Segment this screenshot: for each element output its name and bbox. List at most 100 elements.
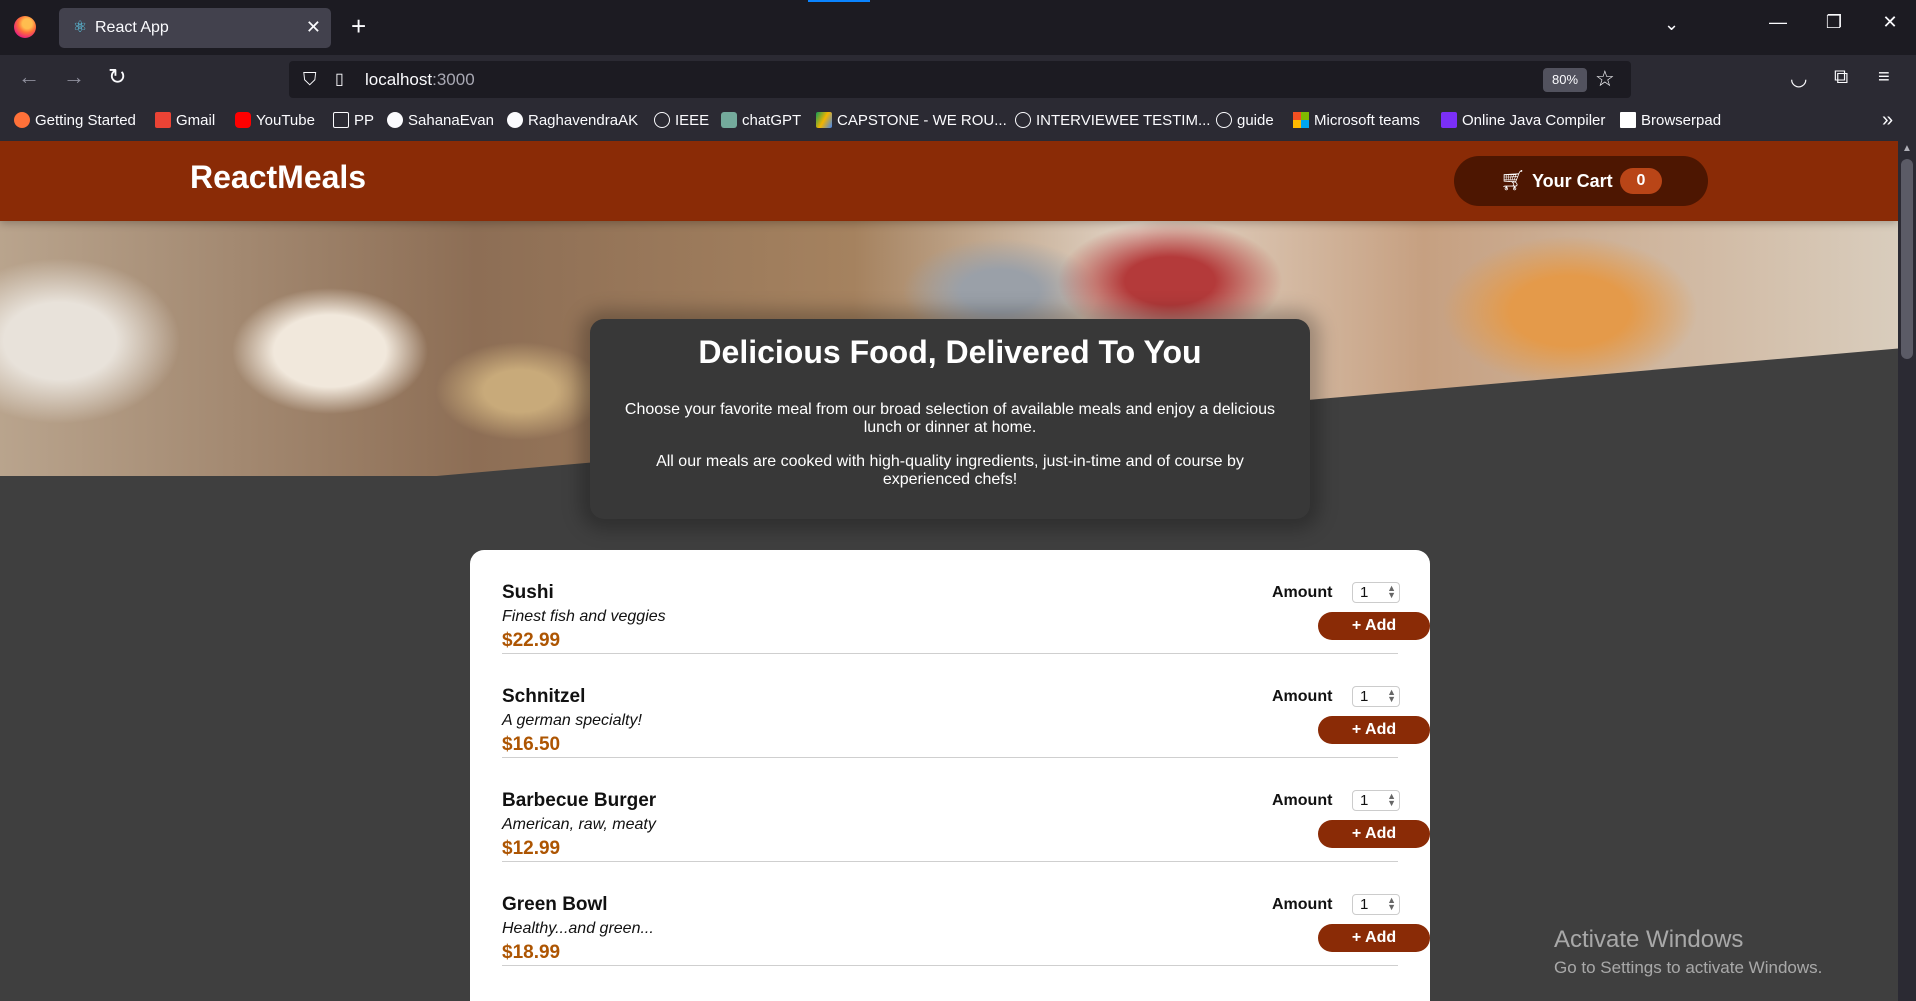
meal-item: Schnitzel A german specialty! $16.50 Amo… [502, 654, 1430, 758]
cart-button[interactable]: 🛒︎ Your Cart 0 [1454, 156, 1708, 206]
bookmark-star-icon[interactable]: ☆ [1595, 66, 1615, 92]
bookmark-item[interactable]: Microsoft teams [1293, 112, 1420, 129]
firefox-icon [14, 112, 30, 128]
add-button[interactable]: + Add [1318, 820, 1430, 848]
close-window-button[interactable]: ✕ [1870, 12, 1910, 33]
amount-value: 1 [1360, 896, 1369, 913]
tab-indicator [808, 0, 870, 2]
tab-react-app[interactable]: ⚛ React App ✕ [59, 8, 331, 48]
github-icon [387, 112, 403, 128]
spinner-icon[interactable]: ▲ ▼ [1387, 792, 1396, 808]
bookmark-item[interactable]: guide [1216, 112, 1274, 129]
chevron-double-right-icon[interactable]: » [1882, 109, 1893, 132]
meal-name: Barbecue Burger [502, 790, 657, 811]
cart-count-badge: 0 [1620, 168, 1662, 194]
bookmark-label: chatGPT [742, 112, 802, 129]
reload-button[interactable]: ↻ [108, 65, 126, 89]
url-text[interactable]: localhost:3000 [365, 70, 475, 90]
amount-input[interactable]: 1 ▲ ▼ [1352, 686, 1400, 707]
meal-item: Green Bowl Healthy...and green... $18.99… [502, 862, 1430, 966]
minimize-button[interactable]: — [1758, 12, 1798, 33]
cart-label: Your Cart [1532, 171, 1613, 191]
forward-button[interactable]: → [63, 65, 85, 89]
close-icon[interactable]: ✕ [306, 16, 321, 38]
bookmark-item[interactable]: PP [333, 112, 374, 129]
amount-value: 1 [1360, 584, 1369, 601]
bookmark-item[interactable]: Browserpad [1620, 112, 1721, 129]
bookmark-item[interactable]: chatGPT [721, 112, 801, 129]
bookmark-item[interactable]: Gmail [155, 112, 215, 129]
amount-value: 1 [1360, 688, 1369, 705]
meal-description: Healthy...and green... [502, 920, 654, 937]
amount-label: Amount [1272, 896, 1333, 913]
spinner-icon[interactable]: ▲ ▼ [1387, 896, 1396, 912]
bookmark-item[interactable]: IEEE [654, 112, 709, 129]
new-tab-button[interactable]: + [351, 11, 366, 41]
chevron-down-icon[interactable]: ⌄ [1664, 14, 1679, 35]
spinner-icon[interactable]: ▲ ▼ [1387, 584, 1396, 600]
bookmark-label: PP [354, 112, 375, 129]
amount-input[interactable]: 1 ▲ ▼ [1352, 582, 1400, 603]
globe-icon [1015, 112, 1031, 128]
watermark-subtitle: Go to Settings to activate Windows. [1554, 958, 1823, 977]
pocket-icon[interactable]: ◡ [1790, 66, 1807, 91]
bookmark-label: Microsoft teams [1314, 112, 1420, 129]
bookmark-item[interactable]: RaghavendraAK [507, 112, 638, 129]
microsoft-icon [1293, 112, 1309, 128]
browser-nav-bar: ← → ↻ ⛉ ▯ localhost:3000 80% ☆ ◡ ⧉ ≡ [0, 55, 1916, 101]
bookmark-item[interactable]: YouTube [235, 112, 315, 129]
url-bar[interactable]: ⛉ ▯ localhost:3000 80% ☆ [289, 61, 1631, 98]
back-button[interactable]: ← [18, 65, 40, 89]
bookmark-item[interactable]: SahanaEvan [387, 112, 494, 129]
spinner-icon[interactable]: ▲ ▼ [1387, 688, 1396, 704]
bookmark-label: Gmail [176, 112, 216, 129]
page-viewport: ReactMeals 🛒︎ Your Cart 0 Delicious Food… [0, 141, 1898, 1001]
scroll-up-icon[interactable]: ▲ [1902, 143, 1912, 154]
bookmark-item[interactable]: INTERVIEWEE TESTIM... [1015, 112, 1210, 129]
amount-label: Amount [1272, 688, 1333, 705]
bookmark-label: Online Java Compiler [1462, 112, 1606, 129]
bookmark-item[interactable]: Online Java Compiler [1441, 112, 1605, 129]
bookmark-item[interactable]: CAPSTONE - WE ROU... [816, 112, 1007, 129]
java-compiler-icon [1441, 112, 1457, 128]
youtube-icon [235, 112, 251, 128]
zoom-level[interactable]: 80% [1543, 68, 1587, 92]
bookmarks-bar: Getting Started Gmail YouTube PP SahanaE… [0, 101, 1916, 141]
globe-icon [1216, 112, 1232, 128]
meals-list: Sushi Finest fish and veggies $22.99 Amo… [470, 550, 1430, 1001]
browser-tab-bar: ⚛ React App ✕ + ⌄ — ❐ ✕ [0, 0, 1916, 55]
firefox-icon[interactable] [14, 16, 36, 38]
google-drive-icon [816, 112, 832, 128]
page-icon: ▯ [335, 71, 344, 88]
meal-item: Sushi Finest fish and veggies $22.99 Amo… [502, 550, 1430, 654]
menu-icon[interactable]: ≡ [1878, 66, 1890, 89]
bookmark-label: Getting Started [35, 112, 136, 129]
bookmark-label: Browserpad [1641, 112, 1722, 129]
bookmark-item[interactable]: Getting Started [14, 112, 136, 129]
meal-name: Green Bowl [502, 894, 608, 915]
shield-icon[interactable]: ⛉ [303, 69, 317, 90]
bookmark-label: guide [1237, 112, 1274, 129]
amount-input[interactable]: 1 ▲ ▼ [1352, 790, 1400, 811]
tab-title: React App [95, 19, 169, 36]
scroll-thumb[interactable] [1901, 159, 1913, 359]
url-host: localhost [365, 70, 433, 89]
amount-input[interactable]: 1 ▲ ▼ [1352, 894, 1400, 915]
app-header: ReactMeals 🛒︎ Your Cart 0 [0, 141, 1898, 221]
meal-item: Barbecue Burger American, raw, meaty $12… [502, 758, 1430, 862]
page-scrollbar[interactable]: ▲ [1898, 141, 1916, 1001]
meal-price: $12.99 [502, 838, 561, 859]
add-button[interactable]: + Add [1318, 924, 1430, 952]
bookmark-label: INTERVIEWEE TESTIM... [1036, 112, 1211, 129]
bookmark-label: RaghavendraAK [528, 112, 639, 129]
amount-label: Amount [1272, 792, 1333, 809]
extensions-icon[interactable]: ⧉ [1834, 66, 1848, 89]
browserpad-icon [1620, 112, 1636, 128]
cart-icon: 🛒︎ [1500, 170, 1526, 192]
restore-button[interactable]: ❐ [1814, 12, 1854, 33]
meal-price: $18.99 [502, 942, 561, 963]
gmail-icon [155, 112, 171, 128]
add-button[interactable]: + Add [1318, 612, 1430, 640]
github-icon [507, 112, 523, 128]
add-button[interactable]: + Add [1318, 716, 1430, 744]
